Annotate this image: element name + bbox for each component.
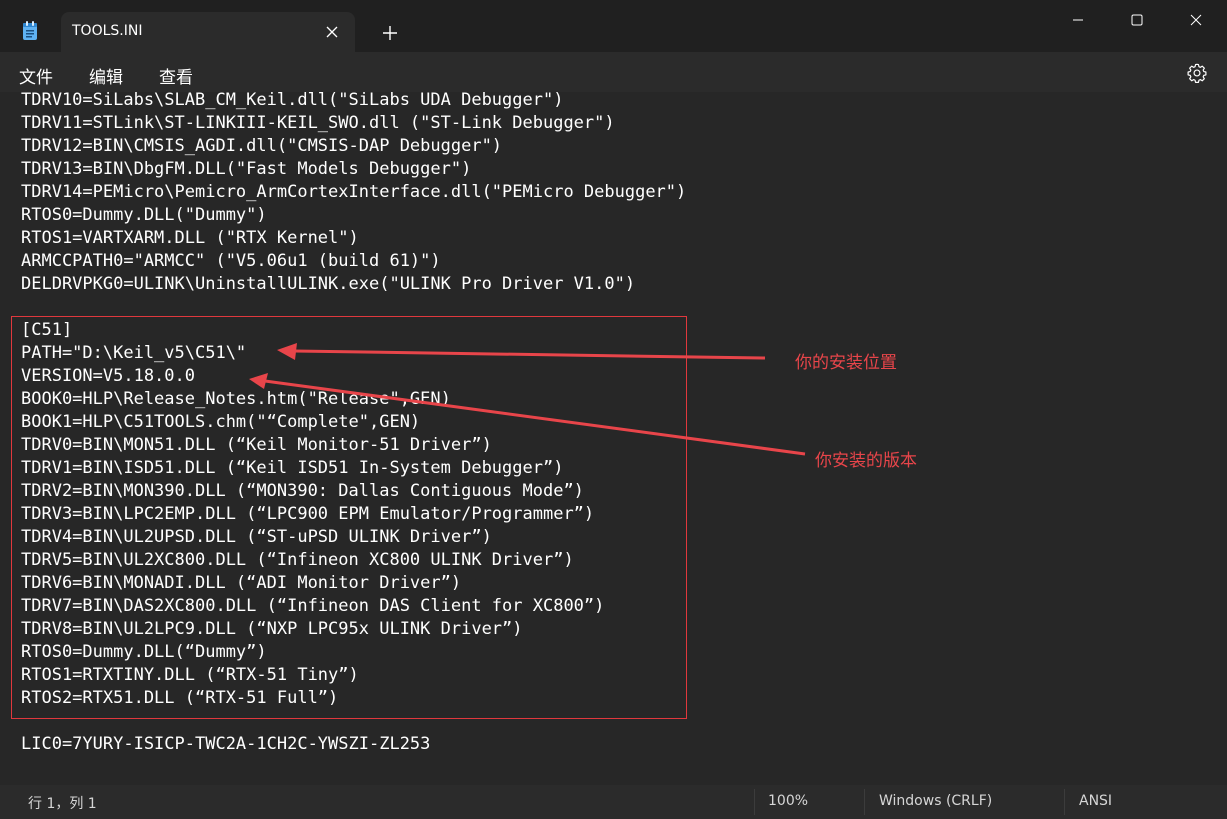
code-line: DELDRVPKG0=ULINK\UninstallULINK.exe("ULI…	[21, 274, 636, 294]
maximize-icon	[1131, 14, 1143, 26]
gear-icon	[1187, 63, 1207, 83]
status-divider	[1064, 789, 1065, 815]
code-line: TDRV12=BIN\CMSIS_AGDI.dll("CMSIS-DAP Deb…	[21, 136, 503, 156]
status-divider	[864, 789, 865, 815]
code-line: RTOS0=Dummy.DLL("Dummy")	[21, 205, 267, 225]
status-divider	[754, 789, 755, 815]
menu-edit[interactable]: 编辑	[89, 63, 123, 88]
status-bar: 行 1，列 1 100% Windows (CRLF) ANSI	[0, 785, 1227, 819]
code-line: TDRV13=BIN\DbgFM.DLL("Fast Models Debugg…	[21, 159, 472, 179]
plus-icon	[383, 26, 397, 40]
code-line: TDRV14=PEMicro\Pemicro_ArmCortexInterfac…	[21, 182, 687, 202]
close-icon	[326, 26, 338, 38]
cursor-position: 行 1，列 1	[28, 796, 97, 812]
code-line: LIC0=7YURY-ISICP-TWC2A-1CH2C-YWSZI-ZL253	[21, 734, 431, 754]
text-editor[interactable]: TDRV10=SiLabs\SLAB_CM_Keil.dll("SiLabs U…	[0, 92, 1227, 785]
close-window-button[interactable]	[1173, 6, 1219, 34]
code-line: TDRV11=STLink\ST-LINKIII-KEIL_SWO.dll ("…	[21, 113, 615, 133]
annotation-installed-version: 你安装的版本	[815, 451, 917, 471]
minimize-icon	[1073, 19, 1083, 21]
tab-title: TOOLS.INI	[72, 23, 143, 39]
title-bar: TOOLS.INI	[0, 0, 1227, 52]
settings-button[interactable]	[1186, 62, 1208, 84]
minimize-button[interactable]	[1055, 6, 1101, 34]
code-line: RTOS1=VARTXARM.DLL ("RTX Kernel")	[21, 228, 359, 248]
encoding: ANSI	[1079, 793, 1113, 809]
notepad-icon	[23, 21, 37, 40]
close-tab-button[interactable]	[322, 22, 342, 42]
code-line: TDRV10=SiLabs\SLAB_CM_Keil.dll("SiLabs U…	[21, 92, 564, 110]
tab-tools-ini[interactable]: TOOLS.INI	[61, 12, 355, 52]
annotation-install-location: 你的安装位置	[795, 353, 897, 373]
new-tab-button[interactable]	[379, 22, 401, 44]
c51-section-highlight	[11, 316, 687, 719]
close-icon	[1190, 14, 1202, 26]
menu-view[interactable]: 查看	[159, 63, 193, 88]
menu-file[interactable]: 文件	[19, 63, 53, 88]
code-line: ARMCCPATH0="ARMCC" ("V5.06u1 (build 61)"…	[21, 251, 441, 271]
maximize-button[interactable]	[1114, 6, 1160, 34]
zoom-level: 100%	[768, 793, 809, 809]
line-ending: Windows (CRLF)	[879, 793, 993, 809]
menu-bar: 文件 编辑 查看	[0, 52, 1227, 92]
